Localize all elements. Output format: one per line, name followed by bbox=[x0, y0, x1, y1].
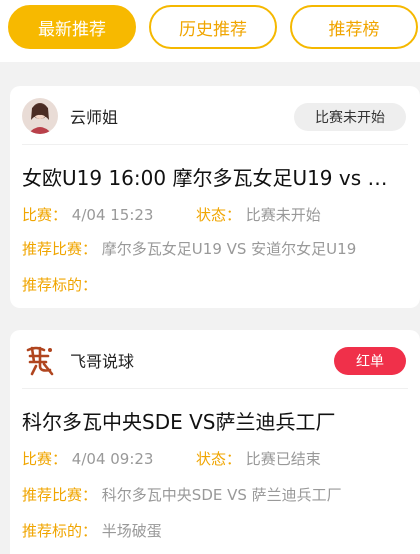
tab-bar: 最新推荐 历史推荐 推荐榜 bbox=[0, 0, 420, 62]
result-badge: 红单 bbox=[334, 347, 406, 375]
divider bbox=[22, 144, 408, 145]
tab-ranking[interactable]: 推荐榜 bbox=[290, 5, 418, 49]
rec-match-label: 推荐比赛： bbox=[22, 486, 98, 504]
rec-match-label: 推荐比赛： bbox=[22, 240, 98, 258]
rec-match-value: 摩尔多瓦女足U19 VS 安道尔女足U19 bbox=[101, 240, 357, 258]
rec-target-label: 推荐标的： bbox=[22, 522, 98, 540]
recommendation-card[interactable]: 飞哥说球 红单 科尔多瓦中央SDE VS萨兰迪兵工厂 比赛： 4/04 09:2… bbox=[10, 330, 420, 554]
card-title: 女欧U19 16:00 摩尔多瓦女足U19 vs 安道尔女足U19 bbox=[22, 166, 402, 190]
rec-target-value: 半场破蛋 bbox=[101, 522, 162, 540]
status-value: 比赛已结束 bbox=[245, 450, 321, 468]
status-value: 比赛未开始 bbox=[245, 206, 321, 224]
rec-target-row: 推荐标的： 半场破蛋 bbox=[22, 520, 162, 541]
rec-match-row: 推荐比赛： 摩尔多瓦女足U19 VS 安道尔女足U19 bbox=[22, 238, 356, 259]
tab-history[interactable]: 历史推荐 bbox=[149, 5, 277, 49]
card-title: 科尔多瓦中央SDE VS萨兰迪兵工厂 bbox=[22, 410, 336, 434]
recommendation-card[interactable]: 云师姐 比赛未开始 女欧U19 16:00 摩尔多瓦女足U19 vs 安道尔女足… bbox=[10, 86, 420, 308]
status-badge: 比赛未开始 bbox=[294, 103, 406, 131]
match-label: 比赛： bbox=[22, 206, 68, 224]
rec-target-label: 推荐标的： bbox=[22, 276, 98, 294]
tab-latest[interactable]: 最新推荐 bbox=[8, 5, 136, 49]
match-time-row: 比赛： 4/04 09:23 bbox=[22, 448, 153, 469]
match-time: 4/04 15:23 bbox=[71, 206, 154, 224]
rec-target-row: 推荐标的： bbox=[22, 274, 97, 295]
author-name: 飞哥说球 bbox=[70, 352, 135, 371]
match-time-row: 比赛： 4/04 15:23 bbox=[22, 204, 153, 225]
match-time: 4/04 09:23 bbox=[71, 450, 154, 468]
status-label: 状态： bbox=[196, 206, 242, 224]
avatar bbox=[22, 342, 58, 378]
status-row: 状态： 比赛已结束 bbox=[196, 448, 321, 469]
rec-match-value: 科尔多瓦中央SDE VS 萨兰迪兵工厂 bbox=[101, 486, 342, 504]
avatar bbox=[22, 98, 58, 134]
status-row: 状态： 比赛未开始 bbox=[196, 204, 321, 225]
author-name: 云师姐 bbox=[70, 108, 119, 127]
divider bbox=[22, 388, 408, 389]
match-label: 比赛： bbox=[22, 450, 68, 468]
status-label: 状态： bbox=[196, 450, 242, 468]
rec-match-row: 推荐比赛： 科尔多瓦中央SDE VS 萨兰迪兵工厂 bbox=[22, 484, 342, 505]
